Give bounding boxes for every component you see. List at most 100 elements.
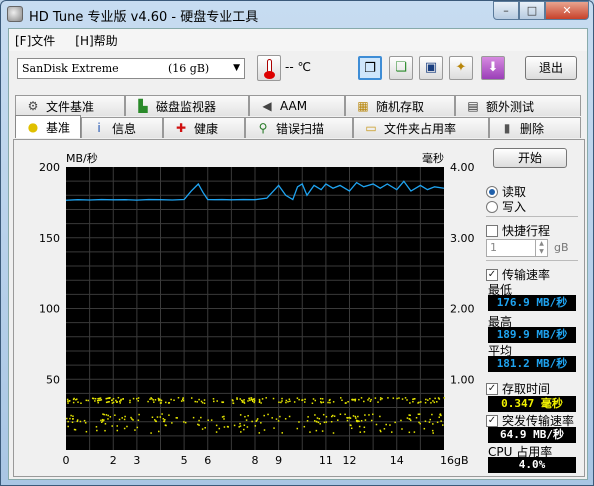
access-time-point <box>325 415 328 418</box>
access-time-point <box>312 398 315 400</box>
access-time-point <box>159 416 162 418</box>
radio-selected-icon <box>486 185 498 198</box>
access-time-point <box>77 401 79 403</box>
options-button[interactable]: ✦ <box>449 56 473 80</box>
tab-bottom-2[interactable]: ✚ 健康 <box>163 117 245 138</box>
access-time-point <box>433 401 436 404</box>
access-time-point <box>69 417 71 420</box>
access-time-point <box>201 428 204 430</box>
access-time-point <box>437 397 440 399</box>
access-time-value: 0.347 毫秒 <box>488 396 576 412</box>
access-time-point <box>303 425 306 428</box>
access-time-point <box>71 418 74 420</box>
tab-bottom-1[interactable]: i 信息 <box>81 117 163 138</box>
access-time-point <box>68 400 71 402</box>
write-radio[interactable]: 写入 <box>486 198 526 215</box>
short-stroke-checkbox[interactable]: 快捷行程 <box>486 222 550 239</box>
trash-icon: ▮ <box>503 121 511 135</box>
copy-text-button[interactable]: ❐ <box>358 56 382 80</box>
access-time-point <box>409 419 412 422</box>
access-time-point <box>85 430 88 433</box>
access-time-point <box>154 419 156 421</box>
avg-value: 181.2 MB/秒 <box>488 356 576 372</box>
access-time-point <box>333 415 336 417</box>
access-time-point <box>337 419 339 421</box>
menu-file[interactable]: [F]文件 <box>15 32 55 49</box>
access-time-point <box>438 416 440 418</box>
tab-top-1[interactable]: ▙ 磁盘监视器 <box>125 95 249 116</box>
access-time-point <box>387 397 389 399</box>
access-time-point <box>275 418 278 420</box>
access-time-point <box>66 398 69 401</box>
access-time-point <box>311 402 314 405</box>
access-time-point <box>346 417 349 419</box>
burst-rate-value: 64.9 MB/秒 <box>488 427 576 443</box>
menu-help[interactable]: [H]帮助 <box>75 32 117 49</box>
access-time-point <box>155 420 157 423</box>
access-time-point <box>182 397 184 399</box>
access-time-point <box>340 397 342 399</box>
exit-button[interactable]: 退出 <box>525 56 577 80</box>
drive-select[interactable]: SanDisk Extreme (16 gB) ▼ <box>17 58 245 79</box>
tab-bottom-5[interactable]: ▮ 删除 <box>489 117 581 138</box>
access-time-point <box>136 398 138 400</box>
benchmark-sidebar: 开始 读取 写入 快捷行程 1 ▲ ▼ gB ✓ 传输速率 最低 176.9 MB/秒… <box>482 140 586 478</box>
access-time-point <box>296 427 299 430</box>
access-time-point <box>381 397 383 400</box>
access-time-point <box>377 401 379 403</box>
access-time-point <box>263 414 265 417</box>
access-time-point <box>424 401 427 404</box>
access-time-point <box>162 418 165 420</box>
minimize-button[interactable]: – <box>493 1 519 20</box>
access-time-point <box>319 423 321 425</box>
access-time-point <box>95 426 98 428</box>
access-time-point <box>129 399 131 402</box>
access-time-point <box>192 416 195 419</box>
access-time-point <box>409 402 411 404</box>
chart-svg: 50 100 150 200 1.00 2.00 3.00 4.00 0 2 3 5 6 8 9 11 12 14… <box>39 151 475 467</box>
access-time-point <box>298 398 300 401</box>
access-time-point <box>322 413 325 416</box>
access-time-point <box>117 396 120 399</box>
tab-top-2[interactable]: ◀ AAM <box>249 95 345 116</box>
menu-bar: [F]文件 [H]帮助 <box>9 29 587 51</box>
temperature-unit: ℃ <box>297 60 311 74</box>
maximize-button[interactable]: □ <box>519 1 545 20</box>
drive-capacity: (16 gB) <box>168 62 210 75</box>
tab-bottom-4[interactable]: ▭ 文件夹占用率 <box>353 117 489 138</box>
tab-bottom-0[interactable]: ● 基准 <box>15 115 81 138</box>
access-time-point <box>107 414 109 417</box>
download-button[interactable]: ⬇ <box>481 56 505 80</box>
copy-image-icon: ❏ <box>395 60 407 75</box>
spin-arrows-icon[interactable]: ▲ ▼ <box>535 240 547 256</box>
save-button[interactable]: ▣ <box>419 56 443 80</box>
access-time-point <box>364 419 367 421</box>
copy-image-button[interactable]: ❏ <box>389 56 413 80</box>
access-time-point <box>171 422 173 424</box>
access-time-point <box>288 415 291 418</box>
access-time-point <box>252 400 254 402</box>
y-tick-label: 150 <box>39 232 60 245</box>
access-time-point <box>394 421 396 424</box>
x-tick-label: 2 <box>110 454 117 467</box>
access-time-point <box>170 398 172 401</box>
access-time-point <box>267 413 269 416</box>
access-time-point <box>76 420 79 423</box>
access-time-point <box>66 417 68 420</box>
tab-top-0[interactable]: ⚙ 文件基准 <box>15 95 125 116</box>
tab-bottom-3[interactable]: ⚲ 错误扫描 <box>245 117 353 138</box>
start-button[interactable]: 开始 <box>493 148 567 168</box>
access-time-point <box>70 414 72 417</box>
access-time-point <box>240 431 242 433</box>
access-time-point <box>404 397 407 399</box>
access-time-point <box>401 428 403 430</box>
access-time-checkbox[interactable]: ✓ 存取时间 <box>486 380 550 397</box>
access-time-point <box>239 398 241 400</box>
tab-top-3[interactable]: ▦ 随机存取 <box>345 95 455 116</box>
y-tick-label: 50 <box>46 373 60 386</box>
tab-top-4[interactable]: ▤ 额外测试 <box>455 95 581 116</box>
access-time-point <box>415 417 418 419</box>
magnifier-icon: ⚲ <box>258 121 268 135</box>
close-button[interactable]: ✕ <box>545 1 589 20</box>
stroke-size-stepper[interactable]: 1 ▲ ▼ <box>486 239 548 257</box>
